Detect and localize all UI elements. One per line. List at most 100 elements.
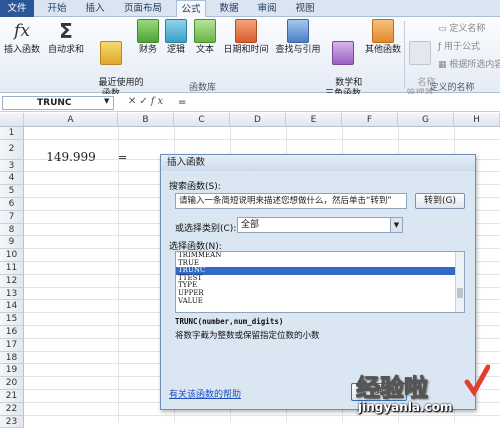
- row-header[interactable]: 4: [0, 172, 24, 186]
- function-signature: TRUNC(number,num_digits): [175, 317, 284, 326]
- search-label: 搜索函数(S):: [169, 182, 221, 192]
- fx-icon: fx: [14, 21, 30, 41]
- help-link[interactable]: 有关该函数的帮助: [169, 387, 241, 400]
- finance-book-icon: [137, 19, 159, 43]
- create-from-selection-button[interactable]: ▦ 根据所选内容: [438, 57, 500, 70]
- row-header[interactable]: 1: [0, 127, 24, 140]
- row-header[interactable]: 5: [0, 185, 24, 198]
- sigma-icon: Σ: [59, 19, 73, 43]
- column-header-h[interactable]: H: [454, 113, 500, 127]
- ribbon: fx 插入函数 Σ 自动求和 最近使用的 函数 财务 逻辑 文本 日期和时间 查…: [0, 17, 500, 99]
- defined-names-group-label: 定义的名称: [429, 83, 475, 93]
- checkmark-logo-icon: [464, 364, 490, 397]
- scroll-thumb[interactable]: [457, 288, 463, 298]
- insert-function-button[interactable]: fx 插入函数: [2, 19, 42, 56]
- row-header[interactable]: 8: [0, 223, 24, 237]
- formula-buttons: ✕✓fx: [128, 96, 166, 107]
- row-header[interactable]: 12: [0, 274, 24, 288]
- category-label: 或选择类别(C):: [175, 224, 237, 234]
- financial-button[interactable]: 财务: [136, 19, 160, 56]
- name-box-dropdown-icon[interactable]: ▼: [104, 97, 109, 105]
- column-header-c[interactable]: C: [174, 113, 230, 127]
- list-item-selected[interactable]: TRUNC: [176, 267, 464, 275]
- logical-button[interactable]: 逻辑: [164, 19, 188, 56]
- row-header[interactable]: 10: [0, 249, 24, 262]
- row-header[interactable]: 22: [0, 402, 24, 416]
- cell-b2[interactable]: =: [118, 151, 127, 164]
- chevron-down-icon[interactable]: ▼: [390, 218, 402, 232]
- lookup-book-icon: [287, 19, 309, 43]
- text-book-icon: [194, 19, 216, 43]
- row-header[interactable]: 11: [0, 262, 24, 275]
- tab-review[interactable]: 审阅: [252, 0, 282, 17]
- row-header[interactable]: 6: [0, 198, 24, 211]
- column-header-b[interactable]: B: [118, 113, 174, 127]
- row-header[interactable]: 2: [0, 139, 24, 160]
- row-header[interactable]: 17: [0, 338, 24, 352]
- tab-view[interactable]: 视图: [290, 0, 320, 17]
- star-book-icon: [100, 41, 122, 65]
- row-header[interactable]: 15: [0, 313, 24, 326]
- go-button[interactable]: 转到(G): [415, 193, 465, 209]
- cell-a2[interactable]: 149.999: [24, 147, 118, 167]
- name-manager-icon: [409, 41, 431, 65]
- watermark-url: jingyanla.com: [358, 400, 453, 414]
- list-item[interactable]: VALUE: [176, 297, 464, 306]
- list-item[interactable]: TRUE: [176, 259, 464, 268]
- define-name-button[interactable]: ▭ 定义名称: [438, 21, 485, 34]
- watermark-text: 经验啦: [356, 374, 429, 403]
- watermark: 经验啦 jingyanla.com: [356, 364, 496, 420]
- row-header[interactable]: 18: [0, 351, 24, 365]
- row-header[interactable]: 9: [0, 236, 24, 250]
- tab-formulas[interactable]: 公式: [176, 0, 206, 18]
- lookup-reference-button[interactable]: 查找与引用: [273, 19, 323, 56]
- row-header[interactable]: 19: [0, 364, 24, 378]
- more-book-icon: [372, 19, 394, 43]
- function-library-group-label: 函数库: [188, 83, 216, 93]
- formula-input[interactable]: =: [178, 97, 186, 108]
- date-time-button[interactable]: 日期和时间: [221, 19, 271, 56]
- name-box[interactable]: TRUNC: [2, 96, 114, 110]
- row-gridline: [24, 138, 500, 140]
- column-header-bar: A B C D E F G H: [0, 113, 500, 127]
- tab-home[interactable]: 开始: [42, 0, 72, 17]
- row-header[interactable]: 3: [0, 159, 24, 173]
- use-in-formula-button[interactable]: ƒ 用于公式: [438, 39, 480, 52]
- column-header-g[interactable]: G: [398, 113, 454, 127]
- search-input[interactable]: 请输入一条简短说明来描述您想做什么，然后单击“转到”: [175, 193, 407, 209]
- text-button[interactable]: 文本: [193, 19, 217, 56]
- dialog-title: 插入函数: [161, 155, 475, 171]
- column-header-d[interactable]: D: [230, 113, 286, 127]
- row-header[interactable]: 21: [0, 390, 24, 403]
- column-header-a[interactable]: A: [24, 113, 118, 127]
- column-header-f[interactable]: F: [342, 113, 398, 127]
- tab-page-layout[interactable]: 页面布局: [118, 0, 168, 17]
- list-item[interactable]: TRIMMEAN: [176, 252, 464, 260]
- autosum-button[interactable]: Σ 自动求和: [46, 19, 86, 56]
- column-gridline: [118, 127, 119, 422]
- more-functions-button[interactable]: 其他函数: [364, 19, 402, 56]
- tab-insert[interactable]: 插入: [80, 0, 110, 17]
- tab-data[interactable]: 数据: [214, 0, 244, 17]
- calendar-book-icon: [235, 19, 257, 43]
- function-list[interactable]: TRIMMEAN TRUE TRUNC TTEST TYPE UPPER VAL…: [175, 251, 465, 313]
- row-header[interactable]: 14: [0, 300, 24, 314]
- list-item[interactable]: UPPER: [176, 289, 464, 298]
- logic-book-icon: [165, 19, 187, 43]
- row-header[interactable]: 13: [0, 287, 24, 301]
- row-header[interactable]: 7: [0, 210, 24, 224]
- function-list-scrollbar[interactable]: [455, 252, 464, 312]
- function-description: 将数字截为整数或保留指定位数的小数: [175, 331, 320, 341]
- category-select[interactable]: 全部 ▼: [237, 217, 403, 233]
- tab-file[interactable]: 文件: [0, 0, 34, 17]
- fx-small-icon[interactable]: fx: [151, 96, 166, 107]
- cancel-icon[interactable]: ✕: [128, 96, 139, 107]
- row-header[interactable]: 20: [0, 377, 24, 390]
- group-divider: [404, 21, 405, 89]
- list-item[interactable]: TTEST: [176, 274, 464, 283]
- list-item[interactable]: TYPE: [176, 282, 464, 290]
- row-header[interactable]: 16: [0, 326, 24, 339]
- column-header-e[interactable]: E: [286, 113, 342, 127]
- enter-icon[interactable]: ✓: [139, 96, 150, 107]
- select-all-corner[interactable]: [0, 113, 24, 127]
